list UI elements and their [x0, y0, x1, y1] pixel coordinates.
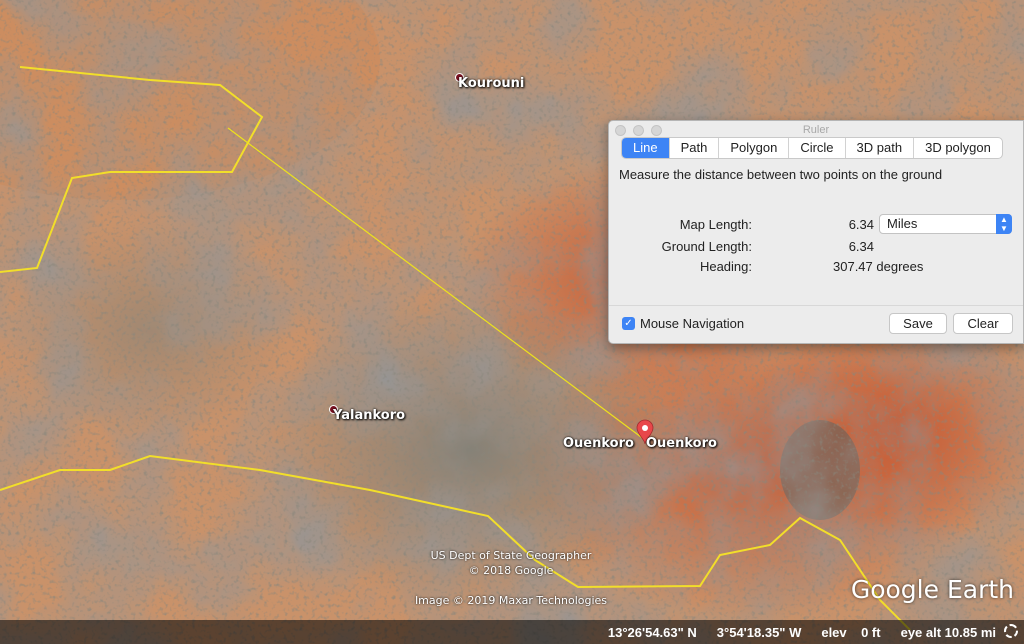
place-label-kourouni[interactable]: Kourouni [458, 76, 524, 91]
tab-line[interactable]: Line [622, 138, 670, 158]
place-label-ouenkoro-pin[interactable]: Ouenkoro [646, 436, 717, 451]
status-bar: 13°26'54.63" N 3°54'18.35" W elev 0 ft e… [0, 620, 1024, 644]
tab-circle[interactable]: Circle [789, 138, 846, 158]
tab-3d-path[interactable]: 3D path [846, 138, 915, 158]
mouse-navigation-label[interactable]: Mouse Navigation [640, 316, 744, 331]
google-earth-logo: Google Earth [850, 575, 1014, 604]
credit-line: Image © 2019 Maxar Technologies [414, 594, 608, 607]
close-window-icon[interactable] [615, 125, 626, 136]
eye-altitude-readout: eye alt 10.85 mi [900, 624, 996, 640]
tab-path[interactable]: Path [670, 138, 720, 158]
longitude-readout: 3°54'18.35" W [716, 624, 802, 640]
ruler-window: Ruler Line Path Polygon Circle 3D path 3… [608, 120, 1024, 344]
minimize-window-icon[interactable] [633, 125, 644, 136]
streaming-status-icon [1004, 624, 1018, 638]
chevron-updown-icon: ▲ ▼ [996, 214, 1012, 234]
elevation-readout: elev 0 ft [821, 624, 881, 640]
clear-button[interactable]: Clear [953, 313, 1013, 334]
unit-select-value: Miles [887, 216, 918, 231]
measure-mode-tabs: Line Path Polygon Circle 3D path 3D poly… [621, 137, 1003, 159]
map-length-label: Map Length: [679, 217, 752, 232]
save-button[interactable]: Save [889, 313, 947, 334]
place-label-ouenkoro[interactable]: Ouenkoro [563, 436, 634, 451]
divider [609, 305, 1023, 306]
zoom-window-icon[interactable] [651, 125, 662, 136]
mouse-navigation-checkbox[interactable]: ✓ [622, 317, 635, 330]
ground-length-label: Ground Length: [661, 239, 752, 254]
tab-polygon[interactable]: Polygon [719, 138, 790, 158]
credit-line: US Dept of State Geographer [430, 549, 592, 562]
place-label-yalankoro[interactable]: Yalankoro [333, 408, 405, 423]
heading-value: 307.47 degrees [833, 259, 924, 274]
map-length-value: 6.34 [848, 217, 874, 232]
unit-select[interactable]: Miles ▲ ▼ [879, 214, 1012, 234]
tab-3d-polygon[interactable]: 3D polygon [914, 138, 1002, 158]
latitude-readout: 13°26'54.63" N [607, 624, 697, 640]
ground-length-value: 6.34 [848, 239, 874, 254]
heading-label: Heading: [699, 259, 752, 274]
ruler-title: Ruler [802, 124, 830, 136]
credit-line: © 2018 Google [468, 564, 554, 577]
instruction-text: Measure the distance between two points … [619, 167, 943, 182]
